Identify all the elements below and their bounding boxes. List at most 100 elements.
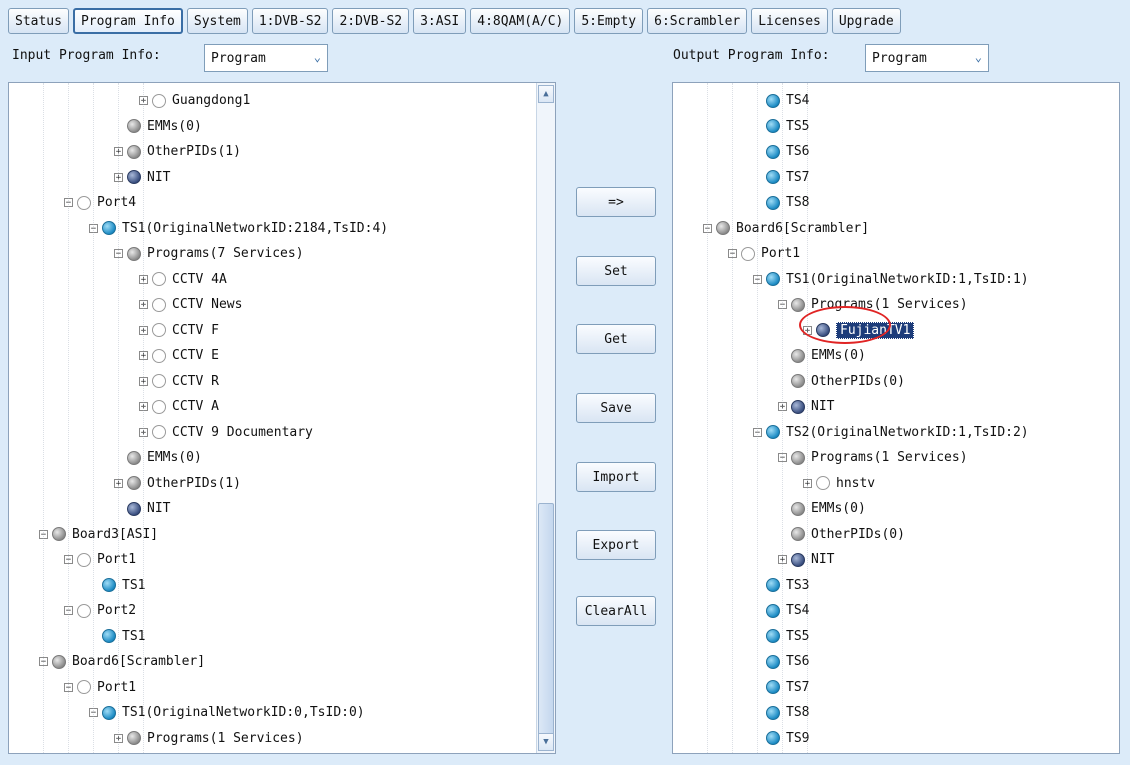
- tree-node[interactable]: − TS1(OriginalNetworkID:2184,TsID:4): [89, 216, 388, 241]
- node-status-icon: [791, 297, 805, 312]
- tree-node-label: EMMs(0): [811, 348, 866, 363]
- node-status-icon: [766, 705, 780, 720]
- node-status-icon: [102, 705, 116, 720]
- tree-node[interactable]: OtherPIDs(0): [778, 369, 905, 394]
- node-status-icon: [77, 552, 91, 567]
- output-program-select[interactable]: Program ⌄: [865, 44, 989, 72]
- node-status-icon: [766, 195, 780, 210]
- scroll-down-icon[interactable]: ▼: [538, 733, 554, 751]
- tree-node[interactable]: + FujianTV1: [803, 318, 915, 343]
- clear-all-button[interactable]: ClearAll: [576, 596, 656, 626]
- tree-node-label: TS7: [786, 169, 810, 185]
- node-status-icon: [791, 399, 805, 414]
- import-button[interactable]: Import: [576, 462, 656, 492]
- tab-1-dvb-s2[interactable]: 1:DVB-S2: [251, 8, 329, 34]
- tab-status[interactable]: Status: [8, 8, 69, 34]
- tree-guide-line: [807, 83, 808, 753]
- tree-node-label: Port4: [97, 195, 137, 210]
- node-status-icon: [791, 527, 805, 541]
- tree-node-label: OtherPIDs(0): [811, 526, 905, 542]
- tree-node[interactable]: + CCTV R: [139, 369, 219, 394]
- tree-node[interactable]: + CCTV 4A: [139, 267, 227, 292]
- tree-guide-line: [118, 83, 119, 753]
- tree-node[interactable]: EMMs(0): [778, 496, 866, 521]
- output-tree-panel: TS4 TS5 TS6 TS7 TS8− Board6[Scrambler] − Port1−…: [672, 82, 1120, 754]
- tree-guide-line: [757, 83, 758, 753]
- tree-node-label: TS1(OriginalNetworkID:0,TsID:0): [122, 705, 365, 720]
- input-program-select[interactable]: Program ⌄: [204, 44, 328, 72]
- node-status-icon: [766, 170, 780, 184]
- node-status-icon: [152, 323, 166, 337]
- tree-node-label: TS1: [122, 628, 146, 644]
- chevron-down-icon: ⌄: [313, 50, 321, 64]
- tree-node[interactable]: − Port1: [64, 675, 136, 700]
- node-status-icon: [791, 348, 805, 363]
- node-status-icon: [766, 680, 780, 694]
- tab-system[interactable]: System: [186, 8, 248, 34]
- tree-node[interactable]: + hnstv: [803, 471, 875, 496]
- export-button[interactable]: Export: [576, 530, 656, 560]
- tree-node[interactable]: − TS1(OriginalNetworkID:0,TsID:0): [89, 700, 365, 725]
- tab-program-info[interactable]: Program Info: [72, 8, 183, 34]
- scroll-up-icon[interactable]: ▲: [538, 85, 554, 103]
- tree-node-label: OtherPIDs(1): [147, 144, 241, 159]
- node-status-icon: [766, 119, 780, 133]
- tree-node[interactable]: OtherPIDs(0): [778, 522, 905, 547]
- tree-node-label: Programs(1 Services): [811, 297, 968, 312]
- tree-node[interactable]: − Board6[Scrambler]: [703, 216, 869, 241]
- tree-node-label: TS2(OriginalNetworkID:1,TsID:2): [786, 424, 1029, 440]
- tree-node[interactable]: − Port4: [64, 190, 136, 215]
- input-tree-scrollbar[interactable]: ▲ ▼: [536, 83, 555, 753]
- scrollbar-thumb[interactable]: [538, 503, 554, 735]
- tab-2-dvb-s2[interactable]: 2:DVB-S2: [332, 8, 410, 34]
- node-status-icon: [152, 272, 166, 286]
- tree-node[interactable]: + CCTV E: [139, 343, 219, 368]
- tree-node[interactable]: + CCTV A: [139, 394, 219, 419]
- set-button[interactable]: Set: [576, 256, 656, 286]
- tree-node[interactable]: + CCTV News: [139, 292, 242, 317]
- tab-4-8qam[interactable]: 4:8QAM(A/C): [470, 8, 571, 34]
- tree-node[interactable]: − Board3[ASI]: [39, 522, 158, 547]
- tree-node[interactable]: − Port1: [728, 241, 800, 266]
- get-button[interactable]: Get: [576, 324, 656, 354]
- tab-upgrade[interactable]: Upgrade: [831, 8, 901, 34]
- add-to-output-button[interactable]: =>: [576, 187, 656, 217]
- tab-5-empty[interactable]: 5:Empty: [574, 8, 644, 34]
- node-status-icon: [127, 144, 141, 159]
- tree-node[interactable]: − Port1: [64, 547, 136, 572]
- output-select-value: Program: [872, 50, 927, 66]
- tree-node-label: TS4: [786, 603, 810, 618]
- tree-guide-line: [707, 83, 708, 753]
- node-status-icon: [766, 731, 780, 745]
- tab-3-asi[interactable]: 3:ASI: [413, 8, 467, 34]
- tree-node-label: CCTV A: [172, 399, 219, 414]
- output-program-info-label: Output Program Info:: [673, 48, 830, 63]
- tree-node[interactable]: EMMs(0): [778, 343, 866, 368]
- node-status-icon: [766, 578, 780, 592]
- tab-6-scrambler[interactable]: 6:Scrambler: [647, 8, 748, 34]
- tree-node[interactable]: + OtherPIDs(1): [114, 139, 241, 164]
- tree-node-label: Programs(7 Services): [147, 246, 304, 261]
- tree-node[interactable]: + CCTV 9 Documentary: [139, 420, 313, 445]
- tree-node-label: Programs(1 Services): [811, 450, 968, 465]
- tab-licenses[interactable]: Licenses: [751, 8, 828, 34]
- tree-node[interactable]: + Guangdong1: [139, 88, 250, 113]
- tree-node[interactable]: + OtherPIDs(1): [114, 471, 241, 496]
- node-status-icon: [791, 450, 805, 465]
- node-status-icon: [52, 527, 66, 541]
- input-program-tree: + Guangdong1 EMMs(0) + OtherPIDs(1) + NIT − Port…: [9, 83, 537, 753]
- tree-node-label: CCTV F: [172, 322, 219, 338]
- node-status-icon: [77, 195, 91, 210]
- tree-node[interactable]: − Board6[Scrambler]: [39, 649, 205, 674]
- tree-node[interactable]: EMMs(0): [114, 445, 202, 470]
- tree-node[interactable]: − TS2(OriginalNetworkID:1,TsID:2): [753, 420, 1029, 445]
- tree-node[interactable]: − TS1(OriginalNetworkID:1,TsID:1): [753, 267, 1029, 292]
- save-button[interactable]: Save: [576, 393, 656, 423]
- node-status-icon: [766, 603, 780, 618]
- tree-node[interactable]: EMMs(0): [114, 114, 202, 139]
- tree-node-label: TS4: [786, 93, 810, 108]
- tree-node[interactable]: +EMMs(1): [114, 751, 202, 753]
- tree-node[interactable]: + CCTV F: [139, 318, 219, 343]
- node-status-icon: [766, 93, 780, 108]
- tree-node[interactable]: − Port2: [64, 598, 136, 623]
